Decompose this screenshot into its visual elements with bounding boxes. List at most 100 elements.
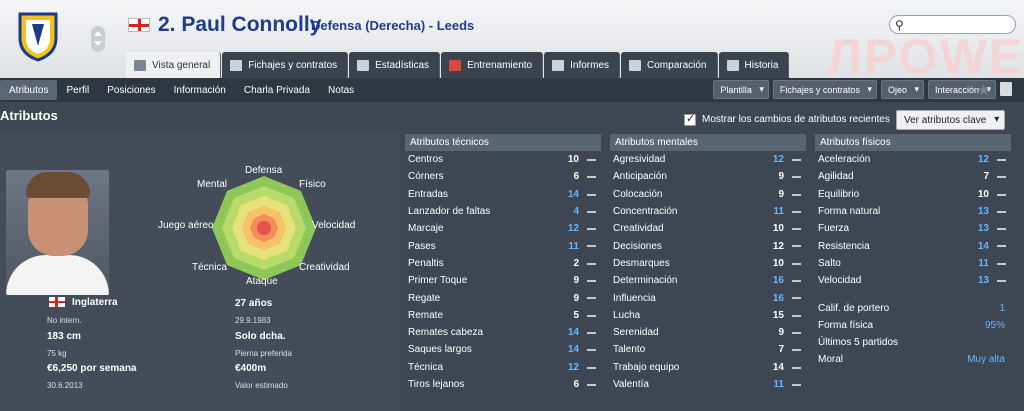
trend-dash-icon [792,331,801,334]
subnav-attributes[interactable]: Atributos [0,80,58,100]
tab-comparison[interactable]: Comparación [621,52,718,78]
attribute-row[interactable]: Creatividad 10 [610,220,806,237]
trend-dash-icon [997,176,1006,179]
star-icon[interactable]: ★ [977,81,990,99]
attribute-row[interactable]: Influencia 16 [610,289,806,306]
subnav-private-chat[interactable]: Charla Privada [235,80,319,100]
subnav-notes[interactable]: Notas [319,80,363,100]
subnav-positions[interactable]: Posiciones [98,80,164,100]
transfers-dropdown[interactable]: Fichajes y contratos [772,80,877,99]
attribute-row[interactable]: Concentración 11 [610,203,806,220]
attribute-row[interactable]: Forma natural 13 [815,203,1011,220]
attribute-value: 14 [977,240,989,252]
attribute-value: 11 [773,379,784,390]
attribute-row[interactable]: Serenidad 9 [610,324,806,341]
attribute-row[interactable]: Colocación 9 [610,186,806,203]
attribute-value: Muy alta [967,354,1005,366]
attribute-row[interactable]: Primer Toque 9 [405,272,601,289]
attribute-row[interactable]: Moral Muy alta [815,351,1011,368]
attribute-value: 4 [573,206,579,218]
player-portrait[interactable] [6,170,109,295]
recent-changes-checkbox[interactable] [684,112,696,126]
scout-dropdown[interactable]: Ojeo [880,80,924,99]
tab-overview[interactable]: Vista general [126,52,222,78]
trend-dash-icon [792,366,801,369]
attribute-row[interactable]: Forma física 95% [815,317,1011,334]
overview-icon [134,59,146,71]
attribute-row[interactable]: Calif. de portero 1 [815,299,1011,316]
attribute-name: Últimos 5 partidos [818,337,899,349]
attribute-name: Decisiones [613,240,662,252]
attribute-row[interactable]: Trabajo equipo 14 [610,359,806,376]
section-title: Atributos [0,108,58,123]
attribute-row[interactable]: Agresividad 12 [610,151,806,168]
nationality[interactable]: Inglaterra [72,297,118,308]
attribute-row[interactable]: Decisiones 12 [610,237,806,254]
attribute-row[interactable]: Penaltis 2 [405,255,601,272]
attribute-row[interactable]: Aceleración 12 [815,151,1011,168]
radar-label-mental: Mental [197,179,228,190]
search-input[interactable]: ⚲ [889,15,1016,34]
attribute-row[interactable]: Valentía 11 [610,376,806,393]
attribute-row[interactable]: Agilidad 7 [815,168,1011,185]
attribute-row[interactable]: Entradas 14 [405,186,601,203]
attribute-value: 10 [772,223,784,235]
attribute-value: 12 [567,223,579,235]
attribute-row[interactable]: Pases 11 [405,237,601,254]
tab-stats[interactable]: Estadísticas [349,52,441,78]
club-crest-icon[interactable] [16,10,60,62]
attribute-row[interactable]: Equilibrio 10 [815,186,1011,203]
attribute-name: Calif. de portero [818,302,890,314]
attribute-value: 15 [772,309,784,321]
tab-label: Vista general [152,59,211,71]
attribute-row[interactable]: Córners 6 [405,168,601,185]
radar-label-defense: Defensa [245,165,283,176]
attribute-row[interactable]: Marcaje 12 [405,220,601,237]
tab-contracts[interactable]: Fichajes y contratos [222,52,349,78]
attribute-row[interactable]: Resistencia 14 [815,237,1011,254]
profile-tabs: Vista general Fichajes y contratos Estad… [126,52,790,78]
attribute-row[interactable]: Últimos 5 partidos [815,334,1011,351]
attribute-row[interactable]: Lanzador de faltas 4 [405,203,601,220]
attribute-row[interactable]: Talento 7 [610,341,806,358]
player-spinner[interactable] [91,26,105,52]
attribute-row[interactable]: Tiros lejanos 6 [405,376,601,393]
tab-reports[interactable]: Informes [544,52,621,78]
physical-header: Atributos físicos [815,134,1011,151]
key-attributes-button[interactable]: Ver atributos clave [896,110,1006,130]
subnav-profile[interactable]: Perfil [57,80,98,100]
tab-label: Comparación [647,59,707,71]
attribute-row[interactable]: Salto 11 [815,255,1011,272]
attribute-row[interactable]: Remate 5 [405,307,601,324]
attribute-row[interactable]: Determinación 16 [610,272,806,289]
estimated-value-label: Valor estimado [235,381,288,390]
attribute-name: Equilibrio [818,188,860,200]
attribute-row[interactable]: Técnica 12 [405,359,601,376]
player-position-club[interactable]: Defensa (Derecha) - Leeds [311,18,474,33]
subnav-information[interactable]: Información [165,80,235,100]
attribute-row[interactable]: Velocidad 13 [815,272,1011,289]
tab-history[interactable]: Historia [718,52,790,78]
trend-dash-icon [587,331,596,334]
preferred-foot-label: Pierna preferida [235,349,292,358]
notes-icon[interactable] [1000,82,1012,96]
attribute-row[interactable]: Centros 10 [405,151,601,168]
attribute-name: Córners [408,171,444,183]
attribute-row[interactable]: Remates cabeza 14 [405,324,601,341]
compare-icon [629,59,642,71]
trend-dash-icon [792,383,801,386]
attribute-name: Serenidad [613,327,659,339]
attribute-name: Resistencia [818,240,870,252]
tab-training[interactable]: Entrenamiento [441,52,544,78]
squad-dropdown[interactable]: Plantilla [713,80,769,99]
preferred-foot: Solo dcha. [235,331,286,342]
attribute-row[interactable]: Anticipación 9 [610,168,806,185]
attribute-value: 9 [778,327,784,339]
attribute-row[interactable]: Desmarques 10 [610,255,806,272]
trend-dash-icon [587,349,596,352]
stats-icon [357,59,370,71]
attribute-row[interactable]: Regate 9 [405,289,601,306]
attribute-row[interactable]: Fuerza 13 [815,220,1011,237]
attribute-row[interactable]: Saques largos 14 [405,341,601,358]
attribute-row[interactable]: Lucha 15 [610,307,806,324]
